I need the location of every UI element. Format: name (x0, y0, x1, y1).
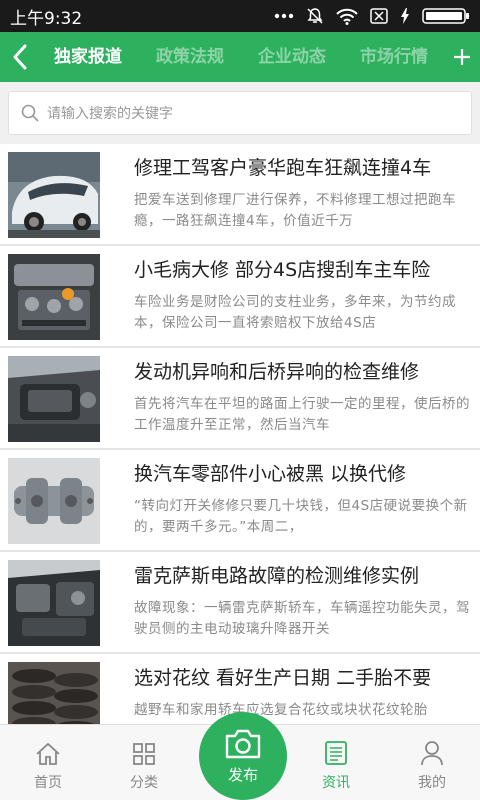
status-time: 上午9:32 (10, 8, 83, 29)
add-category-button[interactable] (444, 32, 480, 82)
nav-mine[interactable]: 我的 (384, 725, 480, 800)
no-sim-icon (370, 8, 388, 24)
nav-home-label: 首页 (34, 775, 62, 791)
status-bar: 上午9:32 (0, 0, 480, 32)
chevron-left-icon (13, 44, 27, 70)
mute-bell-icon (306, 7, 324, 25)
article-thumbnail (8, 458, 100, 544)
tab-market[interactable]: 市场行情 (360, 32, 428, 82)
wifi-icon (336, 8, 358, 25)
article-thumbnail (8, 152, 100, 238)
battery-icon (422, 7, 470, 25)
nav-home[interactable]: 首页 (0, 725, 96, 800)
article-thumbnail (8, 254, 100, 340)
article-title: 换汽车零部件小心被黑 以换代修 (134, 463, 407, 485)
article-thumbnail (8, 662, 100, 724)
article-title: 发动机异响和后桥异响的检查维修 (134, 361, 420, 383)
article-title: 雷克萨斯电路故障的检测维修实例 (134, 565, 420, 587)
nav-category[interactable]: 分类 (96, 725, 192, 800)
search-placeholder: 请输入搜索的关键字 (47, 106, 173, 122)
tab-policies[interactable]: 政策法规 (156, 32, 224, 82)
search-icon (21, 104, 39, 122)
charging-icon (400, 8, 410, 24)
category-nav-bar: 独家报道 政策法规 企业动态 市场行情 (0, 32, 480, 82)
list-item[interactable]: 雷克萨斯电路故障的检测维修实例 故障现象：一辆雷克萨斯轿车，车辆遥控功能失灵，驾… (0, 552, 480, 654)
search-area: 请输入搜索的关键字 (0, 82, 480, 144)
back-button[interactable] (0, 32, 40, 82)
nav-news-label: 资讯 (322, 775, 350, 791)
list-item[interactable]: 修理工驾客户豪华跑车狂飙连撞4车 把爱车送到修理厂进行保养，不料修理工想过把跑车… (0, 144, 480, 246)
home-icon (36, 742, 60, 765)
plus-icon (454, 49, 470, 65)
list-item[interactable]: 换汽车零部件小心被黑 以换代修 “转向灯开关修修只要几十块钱，但4S店硬说要换个… (0, 450, 480, 552)
user-icon (421, 741, 443, 766)
article-summary: 把爱车送到修理厂进行保养，不料修理工想过把跑车瘾，一路狂飙连撞4车，价值近千万 (134, 192, 456, 229)
article-summary: 车险业务是财险公司的支柱业务，多年来，为节约成本，保险公司一直将索赔权下放给4S… (134, 294, 456, 331)
article-list: 修理工驾客户豪华跑车狂飙连撞4车 把爱车送到修理厂进行保养，不料修理工想过把跑车… (0, 144, 480, 724)
article-title: 修理工驾客户豪华跑车狂飙连撞4车 (134, 157, 432, 179)
list-item[interactable]: 小毛病大修 部分4S店搜刮车主车险 车险业务是财险公司的支柱业务，多年来，为节约… (0, 246, 480, 348)
category-tabs: 独家报道 政策法规 企业动态 市场行情 (40, 32, 444, 82)
article-thumbnail (8, 356, 100, 442)
camera-icon (225, 729, 261, 758)
article-summary: “转向灯开关修修只要几十块钱，但4S店硬说要换个新的，要两千多元。”本周二， (134, 498, 468, 535)
article-summary: 越野车和家用轿车应选复合花纹或块状花纹轮胎 (134, 702, 428, 718)
more-dots-icon (274, 13, 294, 19)
article-summary: 首先将汽车在平坦的路面上行驶一定的里程，使后桥的工作温度升至正常，然后当汽车 (134, 396, 470, 433)
nav-mine-label: 我的 (418, 775, 446, 791)
article-thumbnail (8, 560, 100, 646)
tab-company-news[interactable]: 企业动态 (258, 32, 326, 82)
publish-label: 发布 (227, 765, 258, 784)
article-summary: 故障现象：一辆雷克萨斯轿车，车辆遥控功能失灵，驾驶员侧的主电动玻璃升降器开关 (134, 600, 470, 637)
search-input[interactable]: 请输入搜索的关键字 (8, 91, 472, 135)
nav-news[interactable]: 资讯 (288, 725, 384, 800)
tab-exclusive-reports[interactable]: 独家报道 (54, 32, 122, 82)
nav-category-label: 分类 (130, 775, 158, 791)
article-title: 小毛病大修 部分4S店搜刮车主车险 (134, 259, 431, 281)
grid-icon (133, 743, 155, 765)
news-icon (325, 741, 347, 765)
list-item[interactable]: 发动机异响和后桥异响的检查维修 首先将汽车在平坦的路面上行驶一定的里程，使后桥的… (0, 348, 480, 450)
publish-button[interactable]: 发布 (199, 712, 287, 800)
article-title: 选对花纹 看好生产日期 二手胎不要 (134, 667, 432, 689)
